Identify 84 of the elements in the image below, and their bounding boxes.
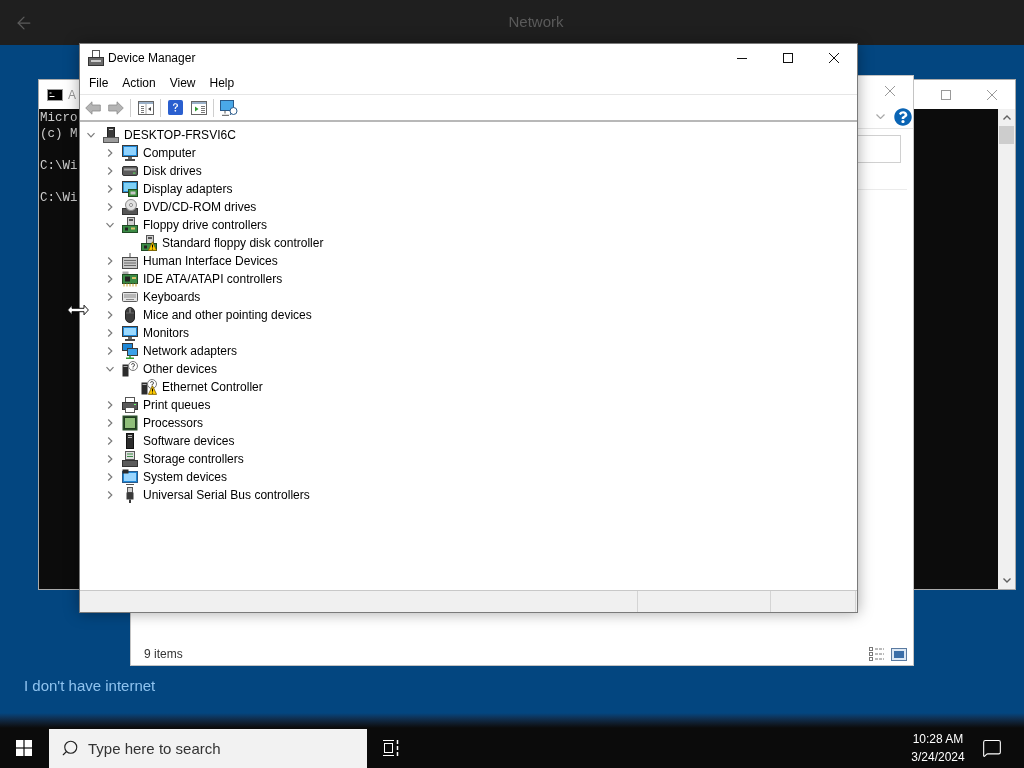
chevron-right-icon[interactable]	[106, 257, 114, 265]
search-field[interactable]: Type here to search	[49, 729, 367, 768]
item-count: 9 items	[144, 646, 183, 663]
details-view-icon[interactable]	[869, 647, 884, 661]
close-icon	[987, 89, 997, 100]
device-label[interactable]: Ethernet Controller	[162, 378, 263, 396]
printer-icon	[88, 50, 104, 66]
clock-time: 10:28 AM	[912, 731, 964, 748]
chevron-right-icon[interactable]	[106, 329, 114, 337]
device-category-label[interactable]: DVD/CD-ROM drives	[143, 198, 257, 216]
chevron-right-icon[interactable]	[106, 437, 114, 445]
chevron-right-icon[interactable]	[106, 473, 114, 481]
chevron-right-icon[interactable]	[106, 203, 114, 211]
chevron-down-icon[interactable]	[106, 365, 114, 373]
no-internet-link[interactable]: I don't have internet	[24, 674, 156, 698]
chevron-right-icon[interactable]	[106, 149, 114, 157]
console-text: C:\Wi	[40, 191, 78, 205]
chevron-right-icon[interactable]	[106, 185, 114, 193]
help-icon	[168, 100, 183, 115]
device-category-label[interactable]: Disk drives	[143, 162, 202, 180]
computer-name-label[interactable]: DESKTOP-FRSVI6C	[124, 126, 236, 144]
task-view-icon	[383, 740, 399, 756]
chevron-right-icon[interactable]	[106, 491, 114, 499]
close-icon	[829, 53, 839, 63]
help-icon[interactable]	[894, 107, 912, 126]
chevron-down-icon[interactable]	[876, 114, 885, 119]
chevron-right-icon[interactable]	[106, 311, 114, 319]
device-category-label[interactable]: Human Interface Devices	[143, 252, 278, 270]
notification-icon	[982, 738, 1002, 758]
back-arrow-icon	[84, 100, 101, 115]
chevron-right-icon[interactable]	[106, 419, 114, 427]
clock-date: 3/24/2024	[911, 749, 965, 766]
device-category-label[interactable]: Universal Serial Bus controllers	[143, 486, 310, 504]
device-category-label[interactable]: Print queues	[143, 396, 211, 414]
window-title: Device Manager	[108, 50, 196, 67]
text-field[interactable]	[858, 135, 901, 163]
device-category-label[interactable]: Mice and other pointing devices	[143, 306, 312, 324]
menu-item[interactable]: File	[82, 72, 116, 94]
menu-item[interactable]: View	[162, 72, 203, 94]
minimize-icon	[737, 57, 747, 59]
maximize-icon	[783, 53, 793, 63]
console-text: Micro	[40, 111, 78, 125]
window-panel-icon	[137, 100, 154, 115]
maximize-icon	[941, 89, 951, 100]
device-category-label[interactable]: Other devices	[143, 360, 218, 378]
computer-tower-icon	[103, 127, 119, 143]
device-category-label[interactable]: Network adapters	[143, 342, 238, 360]
device-category-label[interactable]: Computer	[143, 144, 196, 162]
menu-item[interactable]: Action	[115, 72, 163, 94]
chevron-right-icon[interactable]	[106, 167, 114, 175]
device-category-label[interactable]: Software devices	[143, 432, 235, 450]
window-title: A	[68, 86, 76, 104]
page-title: Network	[508, 12, 564, 33]
search-icon	[61, 739, 79, 757]
close-icon	[885, 85, 895, 96]
monitor-scan-icon	[219, 99, 238, 116]
device-category-label[interactable]: Monitors	[143, 324, 189, 342]
chevron-up-icon	[1002, 115, 1011, 120]
chevron-right-icon[interactable]	[106, 293, 114, 301]
device-category-label[interactable]: Display adapters	[143, 180, 233, 198]
console-text: C:\Wi	[40, 159, 78, 173]
console-icon	[47, 88, 63, 101]
device-category-label[interactable]: Keyboards	[143, 288, 201, 306]
chevron-right-icon[interactable]	[106, 275, 114, 283]
chevron-down-icon[interactable]	[106, 221, 114, 229]
large-icons-view-icon[interactable]	[891, 647, 907, 661]
chevron-right-icon[interactable]	[106, 347, 114, 355]
device-category-label[interactable]: IDE ATA/ATAPI controllers	[143, 270, 283, 288]
device-category-label[interactable]: System devices	[143, 468, 228, 486]
chevron-right-icon[interactable]	[106, 455, 114, 463]
window-panel-icon	[190, 100, 207, 115]
menu-item[interactable]: Help	[202, 72, 242, 94]
device-category-label[interactable]: Storage controllers	[143, 450, 244, 468]
chevron-down-icon	[1002, 578, 1011, 583]
device-label[interactable]: Standard floppy disk controller	[162, 234, 324, 252]
console-text: (c) M	[40, 127, 78, 141]
device-category-label[interactable]: Floppy drive controllers	[143, 216, 268, 234]
chevron-right-icon[interactable]	[106, 401, 114, 409]
scrollbar-thumb[interactable]	[999, 126, 1014, 144]
forward-arrow-icon	[107, 100, 124, 115]
device-category-label[interactable]: Processors	[143, 414, 204, 432]
windows-logo-icon	[16, 740, 32, 756]
scrollbar[interactable]	[998, 109, 1015, 589]
chevron-down-icon[interactable]	[87, 131, 95, 139]
